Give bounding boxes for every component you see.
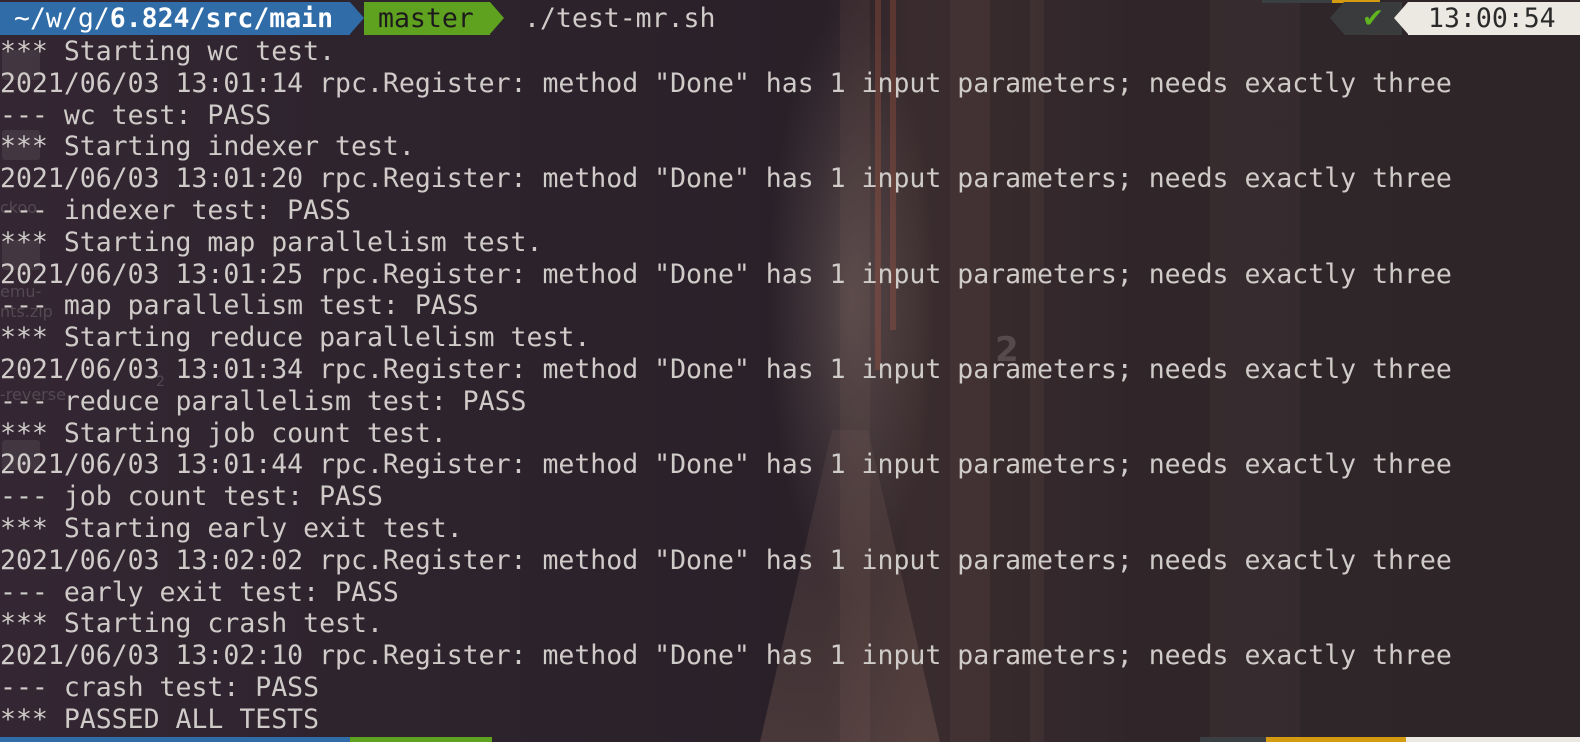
output-line: --- wc test: PASS [0, 99, 272, 131]
next-prompt-time-strip [1406, 737, 1580, 742]
output-line: 2021/06/03 13:01:34 rpc.Register: method… [0, 353, 1452, 385]
output-line: 2021/06/03 13:01:25 rpc.Register: method… [0, 258, 1452, 290]
output-line: *** Starting wc test. [0, 36, 336, 67]
output-line: --- early exit test: PASS [0, 576, 399, 608]
output-line: *** Starting reduce parallelism test. [0, 322, 591, 354]
output-line: *** Starting early exit test. [0, 512, 463, 544]
powerline-arrow-left-icon [1394, 2, 1408, 34]
output-line: 2021/06/03 13:01:44 rpc.Register: method… [0, 449, 1452, 481]
prompt-path-segment: ~/w/g/6.824/src/main [0, 2, 350, 35]
output-line: 2021/06/03 13:02:02 rpc.Register: method… [0, 544, 1452, 576]
terminal-output[interactable]: *** Starting wc test. 2021/06/03 13:01:1… [0, 36, 1580, 736]
output-line: *** Starting job count test. [0, 417, 447, 449]
powerline-arrow-icon [350, 2, 364, 34]
next-prompt-warning-strip [1266, 737, 1406, 742]
powerline-arrow-icon [490, 2, 504, 34]
output-line: *** Starting indexer test. [0, 131, 415, 163]
output-line: --- crash test: PASS [0, 671, 320, 703]
output-line: 2021/06/03 13:01:14 rpc.Register: method… [0, 67, 1452, 99]
next-prompt-status-strip [1200, 737, 1266, 742]
output-line: --- job count test: PASS [0, 481, 383, 513]
path-current-dir: 6.824/src/main [109, 3, 334, 34]
output-line: --- reduce parallelism test: PASS [0, 385, 527, 417]
output-line: 2021/06/03 13:01:20 rpc.Register: method… [0, 163, 1452, 195]
powerline-arrow-left-icon [1330, 2, 1344, 34]
output-line: 2021/06/03 13:02:10 rpc.Register: method… [0, 640, 1452, 672]
git-branch-segment: master [364, 2, 490, 35]
path-prefix: ~/w/g/ [14, 3, 110, 34]
next-prompt-branch-strip [350, 737, 492, 742]
output-line: --- map parallelism test: PASS [0, 290, 479, 322]
prompt-top-strip [1262, 0, 1332, 3]
output-line: *** PASSED ALL TESTS [0, 703, 320, 735]
output-line: --- indexer test: PASS [0, 194, 351, 226]
next-prompt-path-strip [0, 737, 350, 742]
command-text[interactable]: ./test-mr.sh [524, 2, 715, 35]
output-line: *** Starting crash test. [0, 608, 383, 640]
terminal-window[interactable]: ckoo emu- nts.zip -reverse 2 2 ~/w/g/6.8… [0, 0, 1580, 742]
prompt-bar: ~/w/g/6.824/src/main master ./test-mr.sh… [0, 0, 1580, 37]
prompt-time: 13:00:54 [1408, 2, 1580, 35]
output-line: *** Starting map parallelism test. [0, 226, 543, 258]
